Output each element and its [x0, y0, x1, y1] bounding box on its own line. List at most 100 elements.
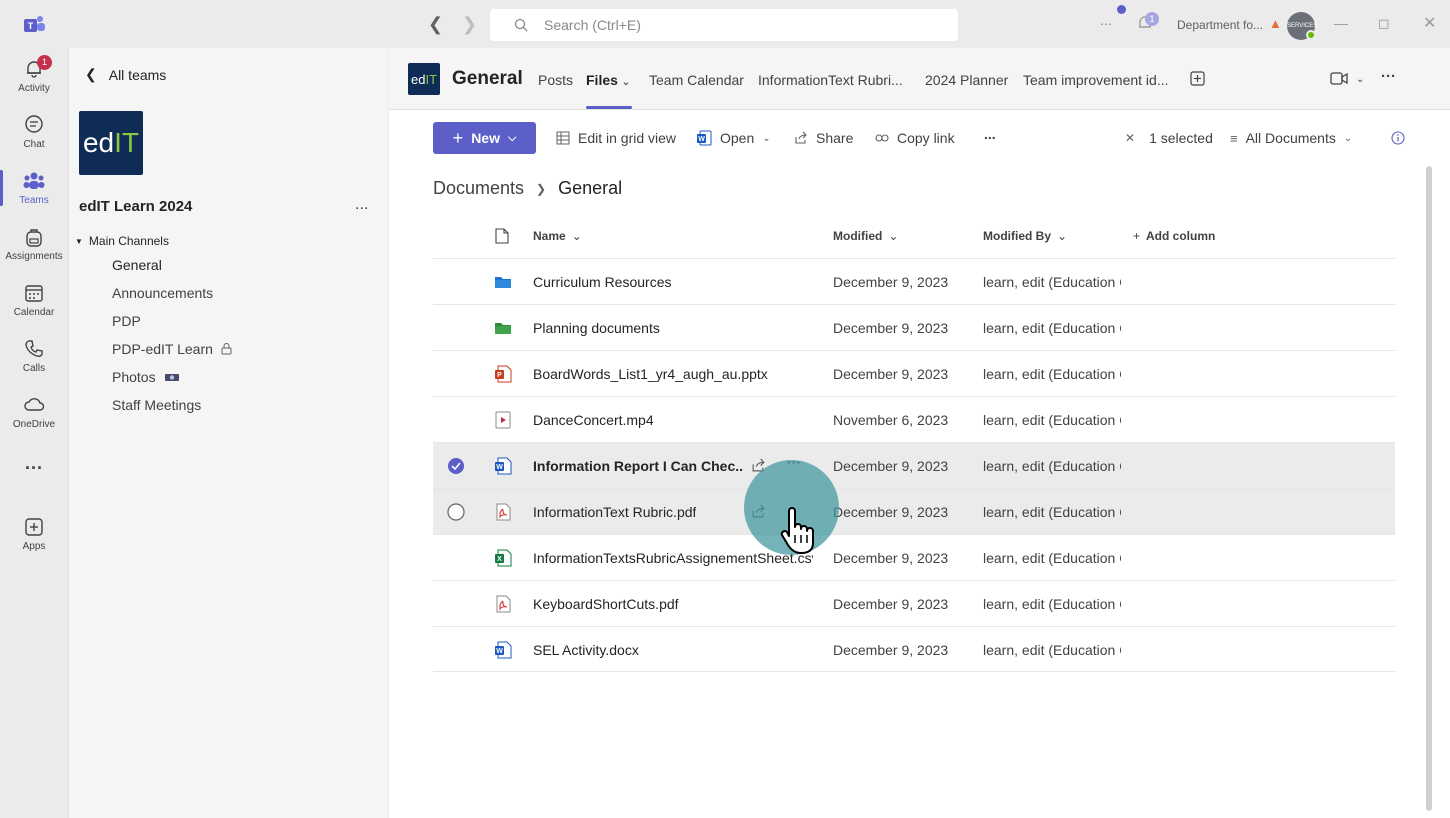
- team-more-icon[interactable]: ...: [355, 196, 368, 214]
- table-row-hover[interactable]: InformationText Rubric.pdf December 9, 2…: [433, 488, 1395, 534]
- chevron-down-icon: ⌄: [571, 229, 582, 243]
- rail-more[interactable]: ···: [0, 440, 68, 496]
- channel-label: Photos: [112, 369, 156, 385]
- open-button[interactable]: W Open ⌄: [696, 130, 771, 146]
- svg-text:W: W: [496, 648, 503, 655]
- column-label: Modified By: [983, 229, 1051, 243]
- video-call-icon[interactable]: [1330, 72, 1348, 85]
- tab-posts[interactable]: Posts: [538, 72, 573, 88]
- all-teams-link[interactable]: ❮ All teams: [85, 66, 166, 83]
- add-column-button[interactable]: + Add column: [1133, 214, 1215, 258]
- notification-badge: 1: [1145, 12, 1159, 26]
- add-tab-icon[interactable]: [1190, 71, 1205, 86]
- lock-icon: [221, 343, 232, 355]
- channel-pdp-edit-learn[interactable]: PDP-edIT Learn: [112, 341, 232, 357]
- phone-icon: [25, 340, 43, 357]
- file-modified-by: learn, edit (Education C: [983, 504, 1121, 520]
- table-row[interactable]: P BoardWords_List1_yr4_augh_au.pptx Dece…: [433, 350, 1395, 396]
- breadcrumb-root[interactable]: Documents: [433, 178, 524, 199]
- video-dropdown-icon[interactable]: ⌄: [1356, 74, 1364, 85]
- column-modified[interactable]: Modified ⌄: [833, 214, 898, 258]
- tab-rubric[interactable]: InformationText Rubri...: [758, 72, 903, 88]
- svg-text:W: W: [496, 464, 503, 471]
- row-checked-icon[interactable]: [447, 457, 465, 475]
- vertical-scrollbar[interactable]: [1426, 166, 1432, 811]
- selection-count[interactable]: ✕ 1 selected: [1125, 130, 1213, 146]
- file-modified-by: learn, edit (Education C: [983, 412, 1121, 428]
- caret-down-icon: ▼: [75, 236, 83, 246]
- table-row[interactable]: W SEL Activity.docx December 9, 2023 lea…: [433, 626, 1395, 672]
- file-name[interactable]: SEL Activity.docx: [533, 642, 639, 658]
- rail-apps[interactable]: Apps: [0, 506, 68, 562]
- rail-assignments[interactable]: Assignments: [0, 216, 68, 272]
- tab-planner[interactable]: 2024 Planner: [925, 72, 1008, 88]
- svg-text:X: X: [497, 556, 502, 563]
- file-modified: December 9, 2023: [833, 596, 949, 612]
- forward-arrow-icon[interactable]: ❯: [462, 14, 477, 35]
- file-modified: December 9, 2023: [833, 458, 949, 474]
- search-box[interactable]: Search (Ctrl+E): [490, 9, 958, 41]
- table-row[interactable]: X InformationTextsRubricAssignementSheet…: [433, 534, 1395, 580]
- main-channels-header[interactable]: ▼ Main Channels: [75, 234, 169, 248]
- toolbar-more-icon[interactable]: ...: [984, 126, 996, 142]
- back-arrow-icon[interactable]: ❮: [428, 14, 443, 35]
- column-modified-by[interactable]: Modified By ⌄: [983, 214, 1067, 258]
- channel-general[interactable]: General: [112, 257, 162, 273]
- share-button[interactable]: Share: [794, 130, 853, 146]
- file-modified-by: learn, edit (Education C: [983, 642, 1121, 658]
- word-icon: W: [495, 641, 512, 659]
- row-unchecked-icon[interactable]: [447, 503, 465, 521]
- camera-emoji-icon: [164, 374, 179, 381]
- channel-pdp[interactable]: PDP: [112, 313, 141, 329]
- teams-logo-icon: T: [24, 16, 45, 32]
- table-row-selected[interactable]: W Information Report I Can Chec... ··· D…: [433, 442, 1395, 488]
- new-button[interactable]: + New ⌵: [433, 122, 536, 154]
- copy-link-button[interactable]: Copy link: [875, 130, 955, 146]
- file-name[interactable]: InformationTextsRubricAssignementSheet.c…: [533, 550, 813, 566]
- file-name[interactable]: Planning documents: [533, 320, 660, 336]
- file-name[interactable]: Information Report I Can Chec...: [533, 458, 743, 474]
- rail-label: Teams: [19, 195, 49, 206]
- rail-teams[interactable]: Teams: [0, 160, 68, 216]
- close-icon[interactable]: ✕: [1423, 13, 1436, 33]
- all-teams-label: All teams: [108, 66, 167, 83]
- channel-staff-meetings[interactable]: Staff Meetings: [112, 397, 201, 413]
- maximize-icon[interactable]: ◻: [1378, 15, 1390, 32]
- edit-grid-label: Edit in grid view: [578, 130, 677, 146]
- view-label: All Documents: [1245, 130, 1336, 146]
- channel-photos[interactable]: Photos: [112, 369, 180, 385]
- rail-calls[interactable]: Calls: [0, 328, 68, 384]
- table-row[interactable]: DanceConcert.mp4 November 6, 2023 learn,…: [433, 396, 1395, 442]
- table-row[interactable]: KeyboardShortCuts.pdf December 9, 2023 l…: [433, 580, 1395, 626]
- tab-team-calendar[interactable]: Team Calendar: [649, 72, 744, 88]
- rail-onedrive[interactable]: OneDrive: [0, 384, 68, 440]
- edit-grid-button[interactable]: Edit in grid view: [556, 130, 676, 146]
- rail-activity[interactable]: Activity 1: [0, 48, 68, 104]
- titlebar-more-icon[interactable]: ...: [1100, 12, 1112, 28]
- cloud-icon: [24, 398, 45, 411]
- file-modified-by: learn, edit (Education C: [983, 458, 1121, 474]
- calendar-icon: [25, 285, 43, 302]
- file-name[interactable]: DanceConcert.mp4: [533, 412, 654, 428]
- file-name[interactable]: BoardWords_List1_yr4_augh_au.pptx: [533, 366, 768, 382]
- rail-calendar[interactable]: Calendar: [0, 272, 68, 328]
- channel-announcements[interactable]: Announcements: [112, 285, 213, 301]
- info-icon[interactable]: [1391, 131, 1405, 145]
- file-name[interactable]: Curriculum Resources: [533, 274, 671, 290]
- rail-chat[interactable]: Chat: [0, 104, 68, 160]
- view-selector[interactable]: ≡ All Documents ⌄: [1230, 130, 1352, 146]
- org-name[interactable]: Department fo...: [1177, 18, 1263, 32]
- svg-text:P: P: [497, 372, 502, 379]
- column-name[interactable]: Name ⌄: [533, 214, 582, 258]
- file-name[interactable]: InformationText Rubric.pdf: [533, 504, 696, 520]
- tab-files[interactable]: Files ⌄: [586, 72, 630, 88]
- table-row[interactable]: Curriculum Resources December 9, 2023 le…: [433, 258, 1395, 304]
- file-name[interactable]: KeyboardShortCuts.pdf: [533, 596, 679, 612]
- header-more-icon[interactable]: ···: [1381, 68, 1396, 85]
- file-modified: November 6, 2023: [833, 412, 949, 428]
- minimize-icon[interactable]: —: [1334, 15, 1348, 31]
- tab-team-improvement[interactable]: Team improvement id...: [1023, 72, 1169, 88]
- teams-icon: [23, 172, 45, 189]
- table-row[interactable]: Planning documents December 9, 2023 lear…: [433, 304, 1395, 350]
- channel-header: ed IT General Posts Files ⌄ Team Calendar…: [389, 48, 1450, 110]
